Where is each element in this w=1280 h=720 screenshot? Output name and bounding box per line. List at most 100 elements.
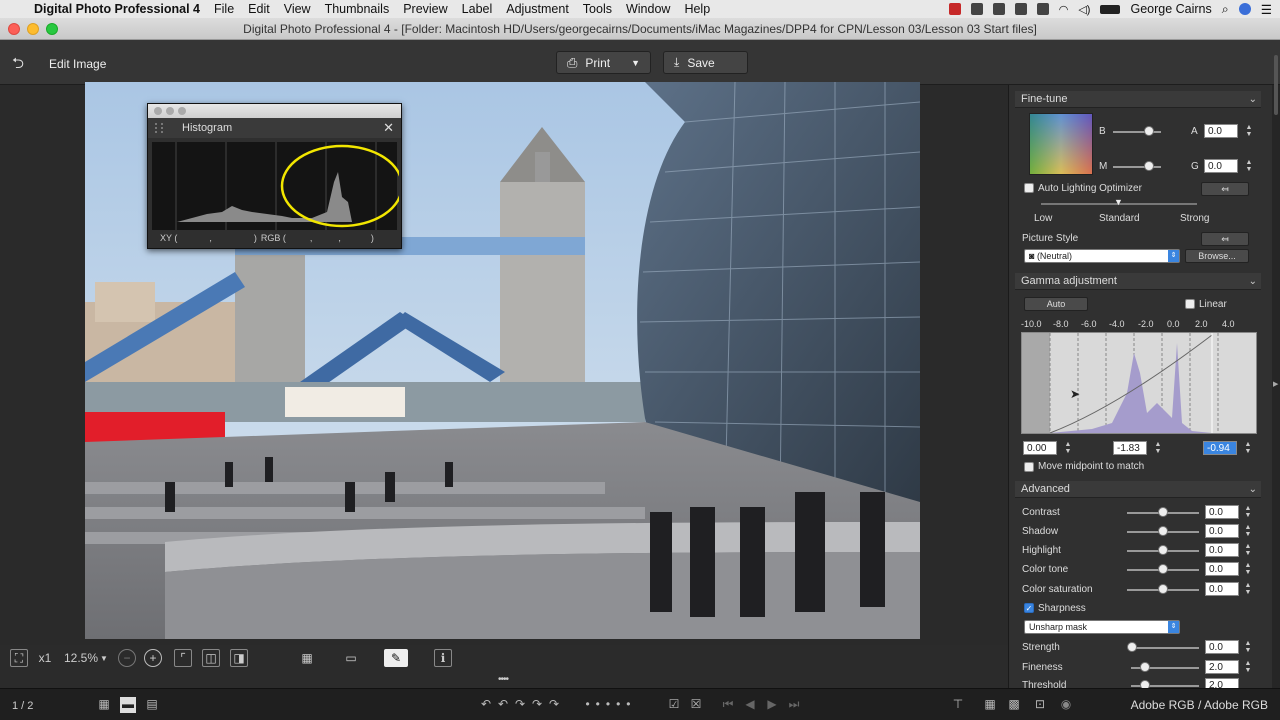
histogram-window-bar[interactable] xyxy=(148,104,401,118)
highlight-stepper[interactable]: ▲ ▼ xyxy=(1244,543,1252,557)
b-slider-knob[interactable] xyxy=(1144,126,1154,136)
strength-value-field[interactable]: 0.0 xyxy=(1205,640,1239,654)
picture-style-select[interactable]: ◙ (Neutral) ⇕ xyxy=(1024,249,1180,263)
auto-lighting-checkbox[interactable] xyxy=(1024,183,1034,193)
wifi-icon[interactable]: ◠ xyxy=(1059,3,1069,16)
menu-view[interactable]: View xyxy=(284,2,311,16)
battery-icon[interactable] xyxy=(1100,4,1121,14)
shadow-value-field[interactable]: 0.0 xyxy=(1205,524,1239,538)
gamma-black-stepper[interactable]: ▲ ▼ xyxy=(1064,441,1072,455)
tool-b-icon[interactable]: ▦ xyxy=(982,697,998,713)
g-stepper[interactable]: ▲ ▼ xyxy=(1245,159,1253,173)
zoom-out-icon[interactable]: − xyxy=(118,649,136,667)
spotlight-search-icon[interactable]: ⌕ xyxy=(1222,2,1229,17)
chevron-down-icon[interactable]: ⌄ xyxy=(1249,481,1257,498)
zoom-dropdown-icon[interactable]: ▼ xyxy=(100,649,108,667)
menu-file[interactable]: File xyxy=(214,2,234,16)
panel-scrollbar[interactable]: ▶ xyxy=(1272,55,1280,688)
scroll-thumb[interactable] xyxy=(1274,55,1278,115)
reset-arrow-icon[interactable]: ⤆ xyxy=(1201,232,1249,246)
chevron-down-icon[interactable]: ⌄ xyxy=(1249,273,1257,290)
menu-tools[interactable]: Tools xyxy=(583,2,612,16)
zoom-in-icon[interactable]: + xyxy=(144,649,162,667)
fineness-slider-knob[interactable] xyxy=(1140,662,1150,672)
alo-strength-marker[interactable]: ▼ xyxy=(1114,197,1123,207)
color-saturation-value-field[interactable]: 0.0 xyxy=(1205,582,1239,596)
gamma-mid-field[interactable]: -1.83 xyxy=(1113,441,1147,455)
gamma-white-field[interactable]: -0.94 xyxy=(1203,441,1237,455)
tool-a-icon[interactable]: ⊤ xyxy=(950,697,966,713)
panel-grip-icon[interactable]: •••• xyxy=(494,674,512,685)
threshold-slider-knob[interactable] xyxy=(1140,680,1150,688)
info-icon[interactable]: ℹ xyxy=(434,649,452,667)
color-saturation-slider-knob[interactable] xyxy=(1158,584,1168,594)
rotate-right-3-icon[interactable]: ↷ xyxy=(546,697,562,713)
rotate-left-2-icon[interactable]: ↶ xyxy=(495,697,511,713)
rating-dots-icon[interactable]: ••••• xyxy=(574,697,648,713)
menu-window[interactable]: Window xyxy=(626,2,670,16)
tray-drive-icon[interactable] xyxy=(1036,3,1049,15)
panel-expand-icon[interactable]: ▶ xyxy=(1273,380,1278,388)
next-image-icon[interactable]: ▶ xyxy=(764,697,780,713)
strength-stepper[interactable]: ▲ ▼ xyxy=(1244,640,1252,654)
volume-icon[interactable]: ◁) xyxy=(1078,3,1090,16)
color-wheel[interactable] xyxy=(1029,113,1093,175)
advanced-header[interactable]: Advanced ⌄ xyxy=(1015,481,1261,498)
fine-tune-header[interactable]: Fine-tune ⌄ xyxy=(1015,91,1261,108)
browse-button[interactable]: Browse... xyxy=(1185,249,1249,263)
shadow-stepper[interactable]: ▲ ▼ xyxy=(1244,524,1252,538)
previous-image-icon[interactable]: ◀ xyxy=(742,697,758,713)
menu-help[interactable]: Help xyxy=(684,2,710,16)
color-saturation-stepper[interactable]: ▲ ▼ xyxy=(1244,582,1252,596)
fineness-stepper[interactable]: ▲ ▼ xyxy=(1244,660,1252,674)
rotate-right-2-icon[interactable]: ↷ xyxy=(529,697,545,713)
reset-arrow-icon[interactable]: ⤆ xyxy=(1201,182,1249,196)
gamma-black-field[interactable]: 0.00 xyxy=(1023,441,1057,455)
first-image-icon[interactable]: ⏮ xyxy=(720,697,736,713)
histogram-palette[interactable]: Histogram ✕ XY ( , ) RGB ( , , ) xyxy=(147,103,404,249)
reject-mark-icon[interactable]: ☒ xyxy=(688,697,704,713)
fit-screen-icon[interactable]: ⛶ xyxy=(10,649,28,667)
gamma-curve-graph[interactable]: ➤ xyxy=(1021,332,1257,434)
print-button[interactable]: ⎙ Print ▼ xyxy=(556,51,651,74)
sharpness-mode-select[interactable]: Unsharp mask ⇕ xyxy=(1024,620,1180,634)
tool-d-icon[interactable]: ⊡ xyxy=(1032,697,1048,713)
tray-app-icon[interactable] xyxy=(948,3,961,15)
menu-adjustment[interactable]: Adjustment xyxy=(506,2,569,16)
highlight-value-field[interactable]: 0.0 xyxy=(1205,543,1239,557)
camera-icon[interactable]: ◉ xyxy=(1058,697,1074,713)
window-minimize-button[interactable] xyxy=(27,23,39,35)
single-view-icon[interactable]: ▬ xyxy=(120,697,136,713)
user-menu[interactable]: George Cairns xyxy=(1130,2,1211,16)
highlight-warning-icon[interactable]: ✎ xyxy=(384,649,408,667)
crop-icon[interactable]: ⌜ xyxy=(174,649,192,667)
gamma-mid-stepper[interactable]: ▲ ▼ xyxy=(1154,441,1162,455)
last-image-icon[interactable]: ⏭ xyxy=(786,697,802,713)
g-value-field[interactable]: 0.0 xyxy=(1204,159,1238,173)
shadow-slider-knob[interactable] xyxy=(1158,526,1168,536)
menu-label[interactable]: Label xyxy=(462,2,493,16)
highlight-slider-knob[interactable] xyxy=(1158,545,1168,555)
window-zoom-button[interactable] xyxy=(46,23,58,35)
contrast-value-field[interactable]: 0.0 xyxy=(1205,505,1239,519)
move-midpoint-checkbox[interactable] xyxy=(1024,462,1034,472)
back-arrow-icon[interactable]: ⮌ xyxy=(8,53,28,72)
app-menu[interactable]: Digital Photo Professional 4 xyxy=(34,2,200,16)
chevron-down-icon[interactable]: ⇕ xyxy=(1168,250,1179,262)
tray-dropbox-icon[interactable] xyxy=(1014,3,1027,15)
zoom-level-select[interactable]: 12.5% xyxy=(62,649,100,667)
gamma-auto-button[interactable]: Auto xyxy=(1024,297,1088,311)
linear-checkbox[interactable] xyxy=(1185,299,1195,309)
fineness-value-field[interactable]: 2.0 xyxy=(1205,660,1239,674)
list-view-icon[interactable]: ▤ xyxy=(144,697,160,713)
histogram-zoom-dot[interactable] xyxy=(178,107,186,115)
color-tone-slider-knob[interactable] xyxy=(1158,564,1168,574)
a-stepper[interactable]: ▲ ▼ xyxy=(1245,124,1253,138)
chevron-down-icon[interactable]: ⇕ xyxy=(1168,621,1179,633)
gamma-header[interactable]: Gamma adjustment ⌄ xyxy=(1015,273,1261,290)
compare-side-icon[interactable]: ◨ xyxy=(230,649,248,667)
thumbnail-grid-icon[interactable]: ▦ xyxy=(96,697,112,713)
menu-preview[interactable]: Preview xyxy=(403,2,447,16)
threshold-value-field[interactable]: 2.0 xyxy=(1205,678,1239,688)
rotate-left-icon[interactable]: ↶ xyxy=(478,697,494,713)
